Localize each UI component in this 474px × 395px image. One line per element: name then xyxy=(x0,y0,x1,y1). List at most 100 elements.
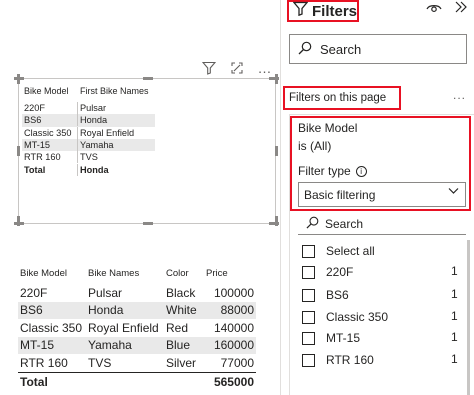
search-placeholder: Search xyxy=(325,216,364,231)
report-canvas: … Bike Model First Bike Names 220F Pulsa… xyxy=(0,0,280,395)
table-row: BS6 Honda xyxy=(22,114,155,127)
column-header[interactable]: Bike Model xyxy=(18,268,86,279)
filter-type-text: Filter type xyxy=(298,164,351,178)
filter-option[interactable]: 220F xyxy=(302,264,353,280)
option-count: 1 xyxy=(451,330,458,344)
scrollbar[interactable] xyxy=(467,240,470,395)
option-label: BS6 xyxy=(326,288,349,302)
table-cell: 88000 xyxy=(220,303,254,318)
section-title: Filters on this page xyxy=(289,92,387,104)
table-cell: Black xyxy=(166,285,196,300)
table-cell: Honda xyxy=(80,164,109,175)
option-count: 1 xyxy=(451,264,458,278)
resize-handle[interactable] xyxy=(143,222,153,225)
resize-handle[interactable] xyxy=(275,74,278,84)
table-row: 220F Pulsar xyxy=(22,102,155,115)
option-count: 1 xyxy=(451,352,458,366)
filter-icon xyxy=(292,1,309,21)
option-label: RTR 160 xyxy=(326,353,374,367)
checkbox[interactable] xyxy=(302,353,315,367)
filter-option[interactable]: RTR 160 xyxy=(302,352,374,368)
table-cell: 77000 xyxy=(220,355,254,370)
checkbox[interactable] xyxy=(302,265,315,279)
filter-card-search-input[interactable]: Search xyxy=(298,213,466,235)
table-cell: Honda xyxy=(88,303,124,318)
checkbox[interactable] xyxy=(302,288,315,302)
resize-handle[interactable] xyxy=(143,77,153,80)
table-row: Classic 350 Royal Enfield Red 140000 xyxy=(18,319,256,337)
visual-header: … xyxy=(195,58,280,78)
option-count: 1 xyxy=(451,309,458,323)
focus-mode-icon[interactable] xyxy=(227,58,247,78)
filter-type-value: Basic filtering xyxy=(304,187,376,202)
table-cell: 220F xyxy=(20,285,48,300)
table-cell: Red xyxy=(166,320,189,335)
column-header[interactable]: Color xyxy=(164,268,204,279)
table-cell: 220F xyxy=(22,102,78,115)
select-all-option[interactable]: Select all xyxy=(302,243,375,259)
filters-on-this-page-header: Filters on this page xyxy=(283,86,401,110)
table-cell: MT-15 xyxy=(20,338,55,353)
table-total-row: Total 565000 xyxy=(18,371,256,391)
table-cell: Pulsar xyxy=(88,285,123,300)
info-icon[interactable]: i xyxy=(355,165,367,177)
filter-type-label: Filter type i xyxy=(298,164,367,178)
resize-handle[interactable] xyxy=(17,216,20,226)
eye-icon[interactable] xyxy=(426,2,442,17)
table-cell: 160000 xyxy=(213,338,254,353)
table-cell: Classic 350 xyxy=(22,126,78,139)
table-row: Classic 350 Royal Enfield xyxy=(22,126,155,139)
filters-pane-title: Filters xyxy=(312,2,358,20)
table-cell: Total xyxy=(20,374,48,389)
filter-option[interactable]: BS6 xyxy=(302,287,349,303)
filter-option[interactable]: MT-15 xyxy=(302,330,360,346)
option-label: Classic 350 xyxy=(326,310,389,324)
resize-handle[interactable] xyxy=(275,216,278,226)
filters-search-input[interactable]: Search xyxy=(289,34,467,64)
table-cell: Blue xyxy=(166,338,191,353)
filter-card-field[interactable]: Bike Model xyxy=(298,121,357,135)
table-cell: TVS xyxy=(80,152,98,163)
table-cell: Pulsar xyxy=(80,103,107,114)
table-cell: Yamaha xyxy=(88,338,132,353)
column-header[interactable]: Bike Names xyxy=(86,268,164,279)
chevron-down-icon xyxy=(448,187,459,198)
table-cell: 140000 xyxy=(213,320,254,335)
table-cell: 100000 xyxy=(213,285,254,300)
collapse-pane-icon[interactable] xyxy=(454,0,468,18)
table-row: RTR 160 TVS xyxy=(22,151,155,164)
column-header[interactable]: Price xyxy=(204,268,256,279)
option-count: 1 xyxy=(451,287,458,301)
table-cell: White xyxy=(166,303,197,318)
column-header[interactable]: First Bike Names xyxy=(78,85,155,97)
resize-handle[interactable] xyxy=(17,146,20,156)
filter-type-dropdown[interactable]: Basic filtering xyxy=(298,182,466,207)
table-total-row: Total Honda xyxy=(22,163,155,176)
table-cell: Classic 350 xyxy=(20,320,83,335)
option-label: MT-15 xyxy=(326,331,361,345)
checkbox[interactable] xyxy=(302,310,315,324)
table-cell: RTR 160 xyxy=(20,355,68,370)
table-row: MT-15 Yamaha Blue 160000 xyxy=(18,336,256,354)
column-header[interactable]: Bike Model xyxy=(22,85,78,97)
search-icon xyxy=(306,216,319,232)
checkbox[interactable] xyxy=(302,244,315,258)
table-cell: Royal Enfield xyxy=(80,127,135,138)
table-cell: Royal Enfield xyxy=(88,320,159,335)
table-cell: BS6 xyxy=(22,114,78,127)
resize-handle[interactable] xyxy=(17,74,20,84)
more-options-icon[interactable]: ... xyxy=(453,88,466,102)
filter-icon[interactable] xyxy=(199,58,219,78)
filter-card-state: is (All) xyxy=(298,139,332,153)
table-cell: RTR 160 xyxy=(22,151,78,164)
filters-pane: Filters Search Filters on this page ... … xyxy=(280,0,474,395)
bike-details-table: Bike Model Bike Names Color Price 220F P… xyxy=(18,262,256,391)
table-header-row: Bike Model First Bike Names xyxy=(22,84,155,98)
checkbox[interactable] xyxy=(302,331,315,345)
more-options-icon[interactable]: … xyxy=(255,58,275,78)
table-cell: Honda xyxy=(80,115,108,126)
resize-handle[interactable] xyxy=(275,146,278,156)
filter-option[interactable]: Classic 350 xyxy=(302,309,388,325)
table-cell: 565000 xyxy=(213,374,254,389)
table-cell: Total xyxy=(22,163,78,176)
